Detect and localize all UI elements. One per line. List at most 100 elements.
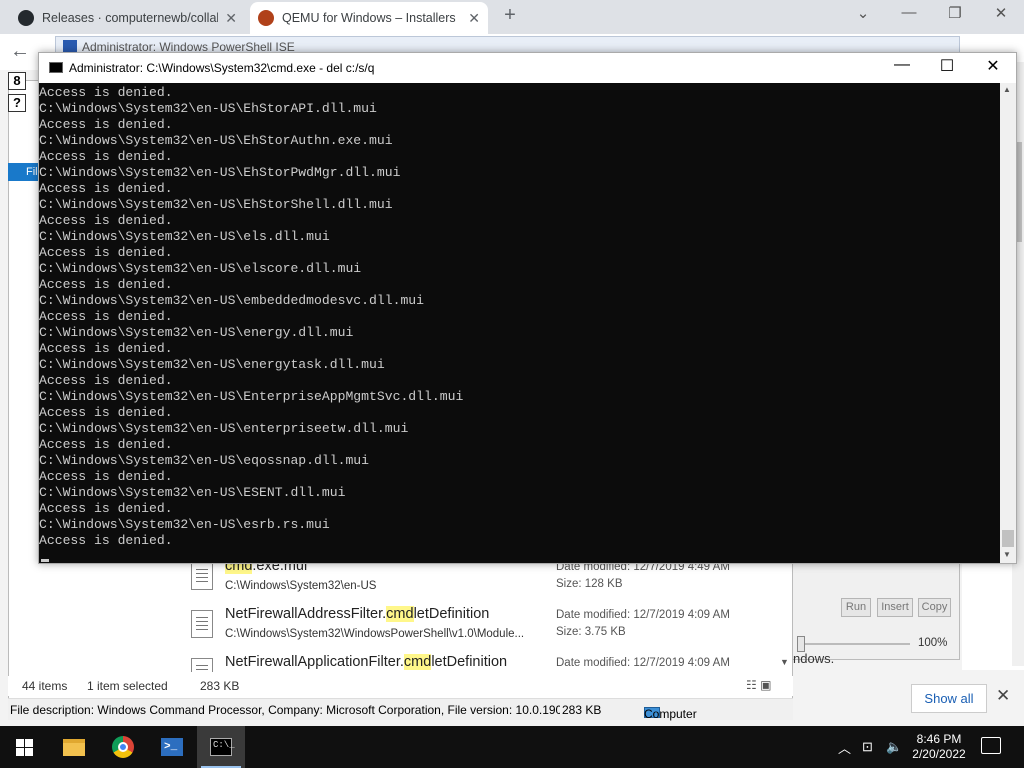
console-cursor: [41, 559, 49, 562]
console-line: C:\Windows\System32\en-US\enterpriseetw.…: [39, 421, 409, 436]
browser-tab-strip: Releases · computernewb/collab ✕ QEMU fo…: [0, 0, 1024, 34]
console-line: Access is denied.: [39, 341, 173, 356]
run-button[interactable]: Run: [841, 598, 871, 617]
console-line: Access is denied.: [39, 501, 173, 516]
console-line: Access is denied.: [39, 213, 173, 228]
chevron-up-icon[interactable]: ︿: [838, 726, 851, 768]
browser-tab-releases[interactable]: Releases · computernewb/collab ✕: [10, 2, 245, 34]
taskbar-clock[interactable]: 8:46 PM 2/20/2022: [908, 732, 970, 762]
cmd-window: Administrator: C:\Windows\System32\cmd.e…: [38, 52, 1017, 564]
file-date: Date modified: 12/7/2019 4:09 AM: [556, 657, 730, 669]
tab-label: QEMU for Windows – Installers (6: [282, 11, 458, 25]
console-line: Access is denied.: [39, 245, 173, 260]
taskbar-file-explorer[interactable]: [50, 726, 98, 768]
powershell-ise-icon: [63, 40, 77, 52]
network-icon[interactable]: ⊡: [862, 726, 873, 768]
console-line: C:\Windows\System32\en-US\els.dll.mui: [39, 229, 330, 244]
selection-size: 283 KB: [200, 679, 240, 693]
zoom-slider-thumb[interactable]: [797, 636, 805, 652]
console-line: C:\Windows\System32\en-US\EhStorShell.dl…: [39, 197, 393, 212]
clock-date: 2/20/2022: [912, 747, 966, 761]
powershell-icon: >_: [161, 738, 183, 756]
explorer-status-bar: 44 items 1 item selected 283 KB: [8, 676, 793, 696]
search-results-list: cmd.exe.mui C:\Windows\System32\en-US Da…: [185, 560, 785, 672]
clock-time: 8:46 PM: [916, 732, 962, 746]
file-icon: [191, 610, 213, 638]
browser-minimize-button[interactable]: —: [894, 4, 924, 21]
file-name: NetFirewallAddressFilter.cmdletDefinitio…: [225, 606, 490, 622]
tab-close-icon[interactable]: ✕: [468, 10, 480, 27]
list-item[interactable]: cmd.exe.mui C:\Windows\System32\en-US Da…: [185, 560, 785, 602]
taskbar-chrome[interactable]: [99, 726, 147, 768]
file-icon: [191, 562, 213, 590]
show-all-button[interactable]: Show all: [911, 684, 987, 713]
scroll-up-arrow-icon[interactable]: ▲: [1003, 85, 1011, 94]
help-icon[interactable]: ?: [8, 94, 26, 112]
back-arrow-icon[interactable]: ←: [10, 40, 30, 63]
zoom-level: 100%: [918, 637, 948, 649]
item-count: 44 items: [22, 679, 68, 693]
file-details-bar: File description: Windows Command Proces…: [8, 698, 793, 721]
console-line: Access is denied.: [39, 85, 173, 100]
file-date: Date modified: 12/7/2019 4:09 AM: [556, 609, 730, 621]
console-line: Access is denied.: [39, 181, 173, 196]
notification-center-icon[interactable]: [981, 737, 1001, 754]
cmd-titlebar[interactable]: Administrator: C:\Windows\System32\cmd.e…: [39, 53, 1016, 83]
file-size: Size: 128 KB: [556, 578, 623, 590]
file-path: C:\Windows\System32\en-US: [225, 580, 377, 592]
console-line: Access is denied.: [39, 533, 173, 548]
cmd-title-text: Administrator: C:\Windows\System32\cmd.e…: [69, 61, 375, 75]
scroll-down-arrow-icon[interactable]: ▼: [780, 657, 789, 667]
cmd-close-button[interactable]: ✕: [973, 56, 1013, 76]
list-item[interactable]: NetFirewallAddressFilter.cmdletDefinitio…: [185, 602, 785, 650]
file-name: NetFirewallApplicationFilter.cmdletDefin…: [225, 654, 508, 670]
background-text: ndows.: [793, 651, 835, 666]
selection-count: 1 item selected: [87, 679, 168, 693]
taskbar-cmd[interactable]: C:\_: [197, 726, 245, 768]
file-icon: [191, 658, 213, 672]
cmd-minimize-button[interactable]: —: [882, 56, 922, 74]
browser-close-button[interactable]: ✕: [986, 4, 1016, 22]
console-line: C:\Windows\System32\en-US\embeddedmodesv…: [39, 293, 425, 308]
volume-icon[interactable]: 🔈: [886, 726, 902, 768]
list-item[interactable]: NetFirewallApplicationFilter.cmdletDefin…: [185, 650, 785, 672]
scroll-thumb[interactable]: [1002, 530, 1014, 547]
console-line: C:\Windows\System32\en-US\elscore.dll.mu…: [39, 261, 362, 276]
start-button[interactable]: [0, 726, 48, 768]
console-line: C:\Windows\System32\en-US\energytask.dll…: [39, 357, 385, 372]
cmd-maximize-button[interactable]: ☐: [927, 56, 967, 76]
folder-icon: [63, 738, 85, 756]
copy-button[interactable]: Copy: [918, 598, 951, 617]
windows-logo-icon: [15, 738, 33, 756]
console-line: Access is denied.: [39, 149, 173, 164]
cmd-app-icon: [49, 62, 63, 73]
file-size: Size: 3.75 KB: [556, 626, 626, 638]
ise-left-toolbar: 8 ?: [8, 72, 30, 116]
chevron-down-icon[interactable]: ⌄: [848, 4, 878, 22]
console-line: Access is denied.: [39, 437, 173, 452]
console-line: Access is denied.: [39, 117, 173, 132]
close-icon[interactable]: ✕: [996, 686, 1010, 706]
tab-label: Releases · computernewb/collab: [42, 11, 218, 25]
qemu-icon: [258, 10, 274, 26]
tab-close-icon[interactable]: ✕: [225, 10, 237, 27]
taskbar-powershell[interactable]: >_: [148, 726, 196, 768]
zoom-slider-track[interactable]: [798, 643, 910, 645]
file-size-info: 283 KB: [562, 703, 602, 717]
console-line: C:\Windows\System32\en-US\EnterpriseAppM…: [39, 389, 464, 404]
cmd-scrollbar[interactable]: ▲ ▼: [1000, 83, 1016, 563]
browser-tab-qemu[interactable]: QEMU for Windows – Installers (6 ✕: [250, 2, 488, 34]
console-line: C:\Windows\System32\en-US\EhStorPwdMgr.d…: [39, 165, 401, 180]
scroll-down-arrow-icon[interactable]: ▼: [1003, 550, 1011, 559]
console-line: C:\Windows\System32\en-US\eqossnap.dll.m…: [39, 453, 370, 468]
tool-button-icon[interactable]: 8: [8, 72, 26, 90]
console-line: C:\Windows\System32\en-US\esrb.rs.mui: [39, 517, 330, 532]
github-icon: [18, 10, 34, 26]
console-output[interactable]: Access is denied. C:\Windows\System32\en-…: [39, 83, 999, 563]
console-line: C:\Windows\System32\en-US\EhStorAPI.dll.…: [39, 101, 377, 116]
view-toggle-icons[interactable]: ☷ ▣: [746, 678, 771, 692]
console-line: Access is denied.: [39, 373, 173, 388]
insert-button[interactable]: Insert: [877, 598, 913, 617]
new-tab-button[interactable]: +: [498, 4, 522, 27]
browser-restore-button[interactable]: ❐: [940, 4, 970, 22]
